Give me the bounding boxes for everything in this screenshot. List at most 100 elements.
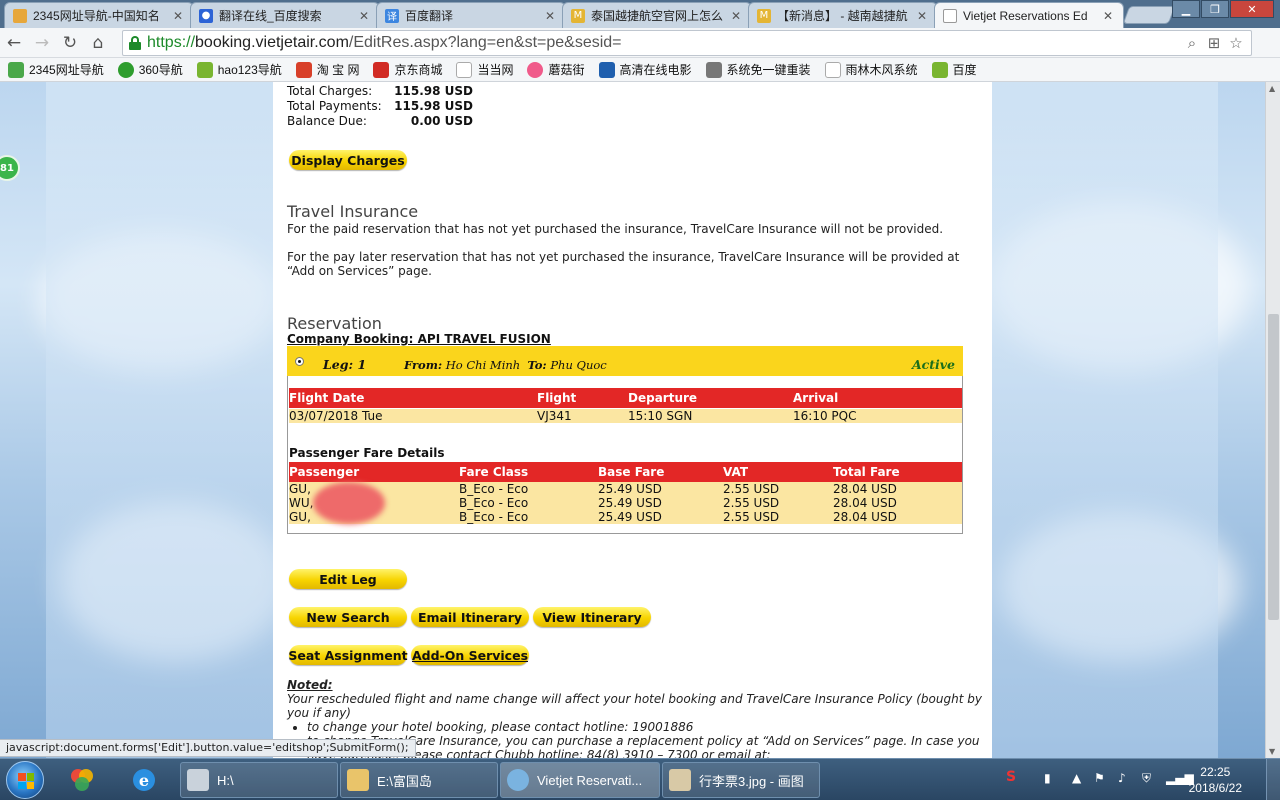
ie-icon[interactable]: e: [126, 763, 162, 797]
translate-icon[interactable]: ⊞: [1203, 34, 1225, 52]
forward-button[interactable]: →: [28, 29, 56, 57]
bookmark-ylmf[interactable]: 雨林木风系统: [824, 61, 918, 78]
bookmark-jd[interactable]: 京东商城: [373, 61, 442, 78]
bookmark-reinstall[interactable]: 系统免一键重装: [705, 61, 811, 78]
to-label: To:: [527, 358, 547, 372]
from-label: From:: [404, 358, 443, 372]
button-label: New Search: [306, 609, 390, 625]
shield-icon[interactable]: ⛨: [1142, 771, 1151, 786]
close-icon[interactable]: ✕: [171, 9, 185, 23]
bookmark-360[interactable]: 360导航: [117, 61, 183, 78]
fare-class: B_Eco - Eco: [459, 510, 529, 524]
edit-leg-button[interactable]: Edit Leg: [289, 569, 407, 589]
flag-icon[interactable]: ⚑: [1094, 771, 1105, 785]
page-icon: [943, 8, 957, 23]
background-panel-right: [992, 82, 1218, 758]
task-folder[interactable]: E:\富国岛: [340, 762, 498, 798]
close-icon[interactable]: ✕: [1101, 9, 1115, 23]
tab-mail-1[interactable]: M 泰国越捷航空官网上怎么 ✕: [562, 2, 752, 28]
bookmark-label: 百度: [952, 63, 977, 77]
new-search-button[interactable]: New Search: [289, 607, 407, 627]
url-text[interactable]: https://booking.vietjetair.com/EditRes.a…: [147, 34, 622, 52]
back-button[interactable]: ←: [0, 29, 28, 57]
task-drive-h[interactable]: H:\: [180, 762, 338, 798]
add-on-services-button[interactable]: Add-On Services: [411, 645, 529, 665]
scrollbar-thumb[interactable]: [1268, 314, 1279, 620]
bookmark-dangdang[interactable]: 当当网: [456, 61, 513, 78]
departure-time: 15:10 SGN: [628, 409, 693, 423]
col-vat: VAT: [723, 465, 749, 479]
tab-baidu-search[interactable]: ● 翻译在线_百度搜索 ✕: [190, 2, 380, 28]
bookmark-icon: [117, 61, 134, 78]
bookmark-label: 当当网: [477, 63, 514, 77]
search-icon[interactable]: ⌕: [1181, 34, 1203, 52]
leg-radio[interactable]: [295, 357, 304, 366]
notification-badge[interactable]: 81: [0, 155, 20, 181]
baidu-translate-icon: 译: [385, 8, 399, 23]
home-button[interactable]: ⌂: [84, 29, 112, 57]
bookmark-hao123[interactable]: hao123导航: [196, 61, 282, 78]
address-bar[interactable]: https://booking.vietjetair.com/EditRes.a…: [122, 30, 1252, 56]
col-total-fare: Total Fare: [833, 465, 900, 479]
bookmark-icon: [8, 61, 24, 78]
bookmark-taobao[interactable]: 淘 宝 网: [295, 61, 359, 78]
volume-icon[interactable]: ♪: [1118, 771, 1126, 785]
list-item: to change your hotel booking, please con…: [307, 720, 987, 734]
bookmark-label: 360导航: [138, 63, 183, 77]
tab-mail-2[interactable]: M 【新消息】 - 越南越捷航 ✕: [748, 2, 938, 28]
scroll-down-icon[interactable]: ▼: [1269, 747, 1275, 756]
close-icon[interactable]: ✕: [543, 9, 557, 23]
view-itinerary-button[interactable]: View Itinerary: [533, 607, 651, 627]
close-icon[interactable]: ✕: [729, 9, 743, 23]
total-charges-label: Total Charges:: [287, 84, 373, 98]
redaction-mark: [313, 482, 385, 524]
page-icon: [456, 61, 473, 78]
seat-assignment-button[interactable]: Seat Assignment: [288, 645, 408, 665]
from-city: Ho Chi Minh: [445, 358, 521, 372]
maximize-button[interactable]: ❐: [1201, 0, 1229, 18]
sogou-ime-icon[interactable]: S: [1006, 769, 1016, 785]
system-clock[interactable]: 22:25 2018/6/22: [1189, 764, 1242, 796]
reload-button[interactable]: ↻: [56, 29, 84, 57]
new-tab-button[interactable]: [1122, 6, 1176, 24]
url-scheme: https://: [147, 34, 196, 51]
arrival-time: 16:10 PQC: [793, 409, 857, 423]
bookmark-2345[interactable]: 2345网址导航: [8, 61, 104, 78]
tab-2345[interactable]: 2345网址导航-中国知名 ✕: [4, 2, 194, 28]
close-window-button[interactable]: ✕: [1230, 0, 1274, 18]
bookmark-icon: [527, 61, 544, 78]
close-icon[interactable]: ✕: [915, 9, 929, 23]
tab-vietjet[interactable]: Vietjet Reservations Ed ✕: [934, 2, 1124, 28]
tab-baidu-translate[interactable]: 译 百度翻译 ✕: [376, 2, 566, 28]
bookmark-mogujie[interactable]: 蘑菇街: [527, 61, 585, 78]
bookmark-label: hao123导航: [217, 63, 282, 77]
bookmark-movies[interactable]: 高清在线电影: [598, 61, 692, 78]
bookmark-icon: [295, 61, 312, 78]
bookmark-icon: [196, 61, 213, 78]
task-paint[interactable]: 行李票3.jpg - 画图: [662, 762, 820, 798]
colorful-app-icon[interactable]: [64, 763, 100, 797]
email-itinerary-button[interactable]: Email Itinerary: [411, 607, 529, 627]
tray-expand-icon[interactable]: ▲: [1072, 771, 1081, 785]
link-status-bar: javascript:document.forms['Edit'].button…: [0, 739, 416, 757]
show-desktop-button[interactable]: [1266, 759, 1280, 800]
star-icon[interactable]: ☆: [1225, 34, 1247, 52]
bookmark-icon: [373, 61, 390, 78]
tab-label: 翻译在线_百度搜索: [219, 9, 322, 23]
table-row: GU, B_Eco - Eco 25.49 USD 2.55 USD 28.04…: [289, 510, 962, 524]
start-button[interactable]: [6, 761, 44, 799]
close-icon[interactable]: ✕: [357, 9, 371, 23]
bookmark-label: 蘑菇街: [548, 63, 585, 77]
button-label: Email Itinerary: [417, 609, 523, 625]
task-browser[interactable]: Vietjet Reservati...: [500, 762, 660, 798]
fare-details-title: Passenger Fare Details: [289, 446, 445, 460]
bookmark-label: 京东商城: [394, 63, 443, 77]
bookmark-baidu[interactable]: 百度: [931, 61, 977, 78]
scroll-up-icon[interactable]: ▲: [1269, 84, 1275, 93]
home-icon: ⌂: [92, 32, 104, 53]
minimize-button[interactable]: ▁: [1172, 0, 1200, 18]
page-scrollbar[interactable]: ▲ ▼: [1265, 82, 1280, 758]
display-charges-button[interactable]: Display Charges: [289, 150, 407, 170]
balance-due-label: Balance Due:: [287, 114, 367, 128]
battery-icon[interactable]: ▮: [1044, 771, 1051, 785]
